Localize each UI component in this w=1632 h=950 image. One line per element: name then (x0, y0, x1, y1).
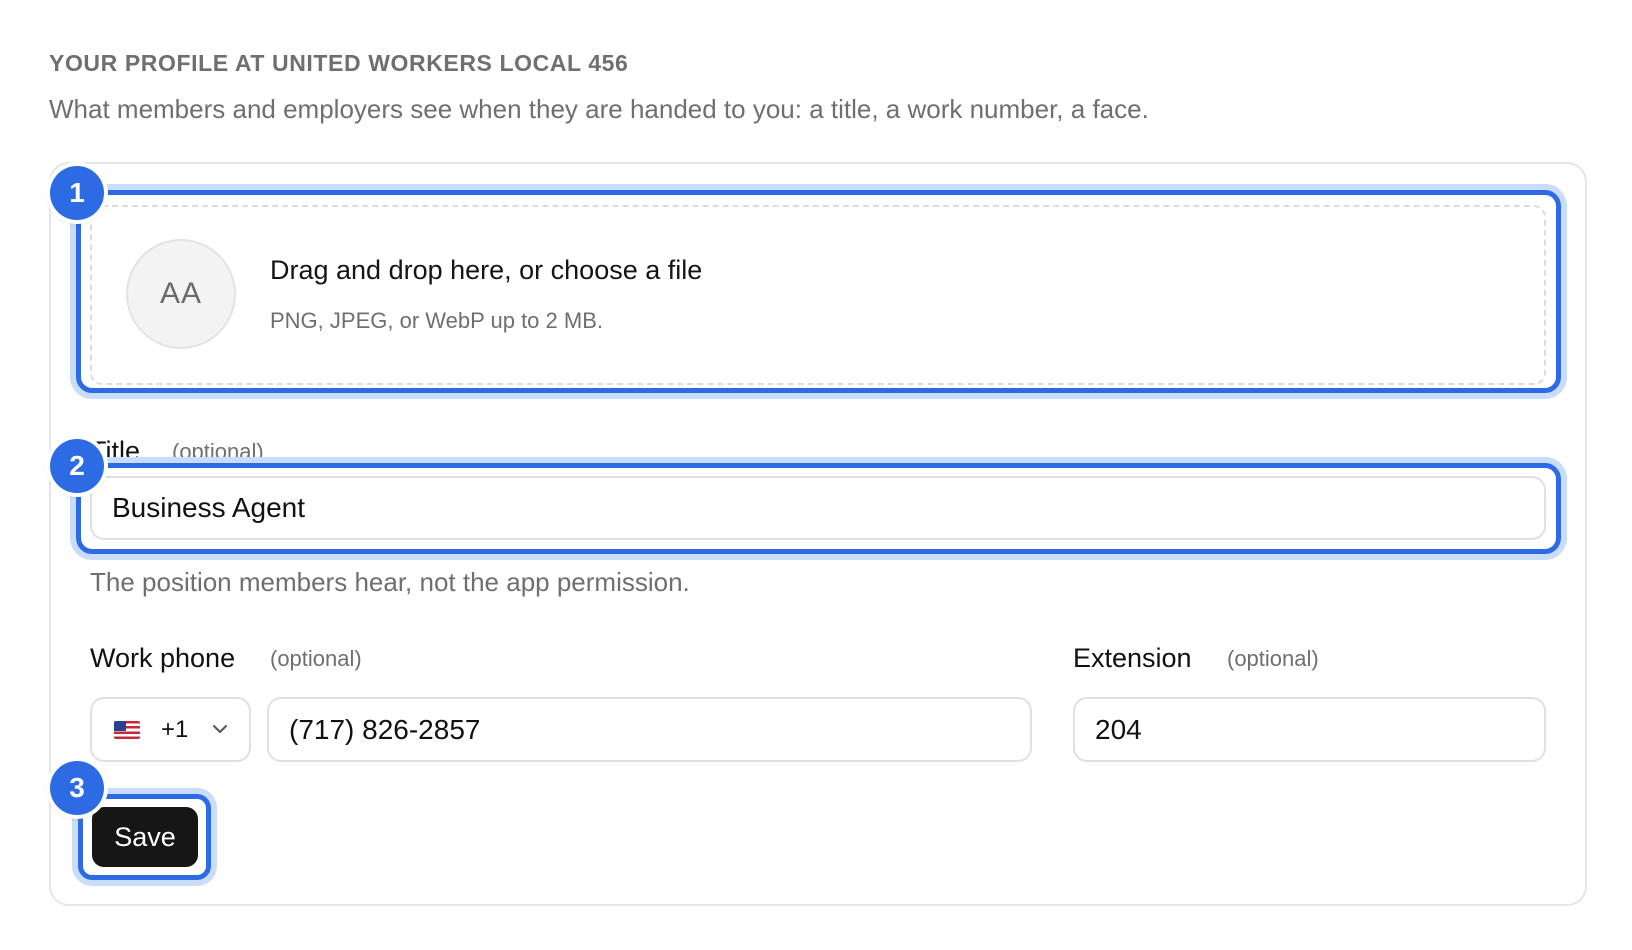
dropzone-prompt[interactable]: Drag and drop here, or choose a file (270, 255, 702, 286)
extension-optional-tag: (optional) (1227, 646, 1319, 671)
dial-code: +1 (161, 716, 189, 743)
section-description: What members and employers see when they… (49, 94, 1149, 124)
chevron-down-icon (213, 725, 227, 733)
title-input[interactable] (90, 476, 1546, 540)
annotation-marker-3: 3 (50, 761, 104, 815)
us-flag-icon (114, 721, 140, 739)
profile-page: YOUR PROFILE AT UNITED WORKERS LOCAL 456… (0, 0, 1632, 950)
avatar: AA (126, 239, 236, 349)
extension-input[interactable] (1073, 697, 1546, 762)
save-button[interactable]: Save (92, 807, 198, 867)
dropzone-hint: PNG, JPEG, or WebP up to 2 MB. (270, 308, 603, 333)
annotation-marker-2: 2 (50, 439, 104, 493)
work-phone-input[interactable] (267, 697, 1032, 762)
country-code-select[interactable]: +1 (90, 697, 251, 762)
extension-label: Extension (1073, 643, 1192, 673)
work-phone-optional-tag: (optional) (270, 646, 362, 671)
work-phone-label: Work phone (90, 643, 236, 673)
title-helper-text: The position members hear, not the app p… (90, 567, 690, 597)
photo-dropzone[interactable]: AA Drag and drop here, or choose a file … (90, 205, 1546, 385)
annotation-marker-1: 1 (50, 166, 104, 220)
title-optional-tag: (optional) (172, 439, 264, 464)
section-title: YOUR PROFILE AT UNITED WORKERS LOCAL 456 (49, 50, 629, 76)
